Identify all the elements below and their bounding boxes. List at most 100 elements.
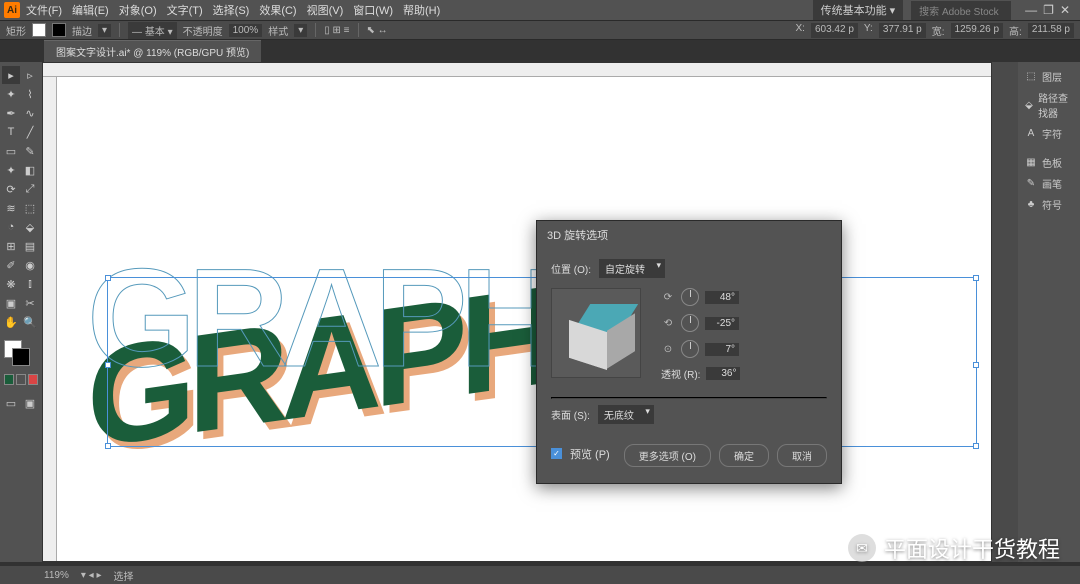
pen-tool[interactable]: ✒: [2, 104, 20, 122]
brush-preset[interactable]: — 基本 ▾: [128, 22, 177, 39]
artboard-tool[interactable]: ▣: [2, 294, 20, 312]
maximize-button[interactable]: ❐: [1043, 3, 1054, 17]
eraser-tool[interactable]: ◧: [21, 161, 39, 179]
zoom-level[interactable]: 119%: [44, 570, 69, 581]
hand-tool[interactable]: ✋: [2, 313, 20, 331]
free-transform-tool[interactable]: ⬚: [21, 199, 39, 217]
stroke-swatch[interactable]: [52, 23, 66, 37]
handle-se[interactable]: [973, 443, 979, 449]
perspective-tool[interactable]: ⬙: [21, 218, 39, 236]
symbol-tool[interactable]: ❋: [2, 275, 20, 293]
panel-brushes[interactable]: ✎画笔: [1022, 173, 1076, 194]
rotate-tool[interactable]: ⟳: [2, 180, 20, 198]
workspace-selector[interactable]: 传统基本功能 ▾: [813, 0, 904, 20]
screen-mode-2[interactable]: ▣: [21, 394, 39, 412]
direct-select-tool[interactable]: ▹: [21, 66, 39, 84]
align-icons[interactable]: ▯ ⊞ ≡: [324, 25, 349, 36]
artboard[interactable]: GRAPHIC GRAPHIC GRAPHIC: [57, 77, 991, 561]
surface-select[interactable]: 无底纹: [598, 405, 654, 424]
panel-swatches[interactable]: ▦色板: [1022, 152, 1076, 173]
mesh-tool[interactable]: ⊞: [2, 237, 20, 255]
line-tool[interactable]: ╱: [21, 123, 39, 141]
position-select[interactable]: 自定旋转: [599, 259, 665, 278]
h-field[interactable]: 211.58 p: [1028, 23, 1074, 38]
brush-tool[interactable]: ✎: [21, 142, 39, 160]
type-tool[interactable]: T: [2, 123, 20, 141]
blend-tool[interactable]: ◉: [21, 256, 39, 274]
preview-checkbox[interactable]: ✓: [551, 448, 562, 459]
shape-builder-tool[interactable]: ◔: [2, 218, 20, 236]
handle-e[interactable]: [973, 362, 979, 368]
color-mode[interactable]: [4, 374, 14, 385]
fill-swatch[interactable]: [32, 23, 46, 37]
z-angle-field[interactable]: 7°: [705, 343, 739, 356]
z-dial[interactable]: [681, 340, 699, 358]
wechat-icon: ✉: [848, 534, 876, 562]
w-field[interactable]: 1259.26 p: [951, 23, 1004, 38]
shaper-tool[interactable]: ✦: [2, 161, 20, 179]
lasso-tool[interactable]: ⌇: [21, 85, 39, 103]
cancel-button[interactable]: 取消: [777, 444, 827, 467]
rotate-x-icon: ⟳: [661, 292, 675, 303]
menu-file[interactable]: 文件(F): [26, 2, 62, 18]
style-field[interactable]: ▾: [294, 24, 307, 37]
document-tab[interactable]: 图案文字设计.ai* @ 119% (RGB/GPU 预览): [44, 40, 261, 62]
gradient-mode[interactable]: [16, 374, 26, 385]
zoom-tool[interactable]: 🔍: [21, 313, 39, 331]
handle-nw[interactable]: [105, 275, 111, 281]
window-controls: — ❐ ✕: [1019, 3, 1076, 17]
handle-ne[interactable]: [973, 275, 979, 281]
transform-icons[interactable]: ⬉ ↔: [367, 25, 388, 36]
panel-symbols[interactable]: ♣符号: [1022, 194, 1076, 215]
panel-character[interactable]: A字符: [1022, 123, 1076, 144]
canvas[interactable]: GRAPHIC GRAPHIC GRAPHIC: [42, 62, 992, 562]
none-mode[interactable]: [28, 374, 38, 385]
type-icon: A: [1024, 127, 1038, 141]
stroke-color[interactable]: [12, 348, 30, 366]
panel-layers[interactable]: ⬚图层: [1022, 66, 1076, 87]
y-angle-field[interactable]: -25°: [705, 317, 739, 330]
screen-mode[interactable]: ▭: [2, 394, 20, 412]
toolbox: ▸▹ ✦⌇ ✒∿ T╱ ▭✎ ✦◧ ⟳⤢ ≋⬚ ◔⬙ ⊞▤ ✐◉ ❋⫾ ▣✂ ✋…: [0, 62, 42, 562]
slice-tool[interactable]: ✂: [21, 294, 39, 312]
panel-pathfinder[interactable]: ⬙路径查找器: [1022, 87, 1076, 123]
stroke-weight-field[interactable]: ▾: [98, 24, 111, 37]
menu-effect[interactable]: 效果(C): [259, 2, 296, 18]
cube-preview[interactable]: [551, 288, 641, 378]
menu-object[interactable]: 对象(O): [119, 2, 157, 18]
close-button[interactable]: ✕: [1060, 3, 1070, 17]
x-angle-field[interactable]: 48°: [705, 291, 739, 304]
more-options-button[interactable]: 更多选项 (O): [624, 444, 711, 467]
color-swatches[interactable]: [2, 338, 40, 387]
scale-tool[interactable]: ⤢: [21, 180, 39, 198]
selection-tool[interactable]: ▸: [2, 66, 20, 84]
curvature-tool[interactable]: ∿: [21, 104, 39, 122]
magic-wand-tool[interactable]: ✦: [2, 85, 20, 103]
handle-w[interactable]: [105, 362, 111, 368]
preview-label: 预览 (P): [570, 446, 610, 462]
3d-rotate-dialog: 3D 旋转选项 位置 (O): 自定旋转 ⟳48° ⟲-25° ⊙7° 透视 (…: [536, 220, 842, 484]
menu-help[interactable]: 帮助(H): [403, 2, 440, 18]
ok-button[interactable]: 确定: [719, 444, 769, 467]
gradient-tool[interactable]: ▤: [21, 237, 39, 255]
ruler-vertical: [43, 77, 57, 561]
menu-select[interactable]: 选择(S): [213, 2, 250, 18]
menu-type[interactable]: 文字(T): [167, 2, 203, 18]
menu-window[interactable]: 窗口(W): [353, 2, 393, 18]
rectangle-tool[interactable]: ▭: [2, 142, 20, 160]
minimize-button[interactable]: —: [1025, 3, 1037, 17]
y-dial[interactable]: [681, 314, 699, 332]
menu-edit[interactable]: 编辑(E): [72, 2, 109, 18]
panel-strip[interactable]: [992, 62, 1018, 562]
graph-tool[interactable]: ⫾: [21, 275, 39, 293]
search-stock-input[interactable]: 搜索 Adobe Stock: [911, 1, 1011, 20]
width-tool[interactable]: ≋: [2, 199, 20, 217]
x-field[interactable]: 603.42 p: [811, 23, 858, 38]
menu-view[interactable]: 视图(V): [307, 2, 344, 18]
opacity-field[interactable]: 100%: [229, 24, 263, 37]
x-dial[interactable]: [681, 288, 699, 306]
y-field[interactable]: 377.91 p: [879, 23, 926, 38]
perspective-field[interactable]: 36°: [706, 367, 740, 380]
handle-sw[interactable]: [105, 443, 111, 449]
eyedropper-tool[interactable]: ✐: [2, 256, 20, 274]
